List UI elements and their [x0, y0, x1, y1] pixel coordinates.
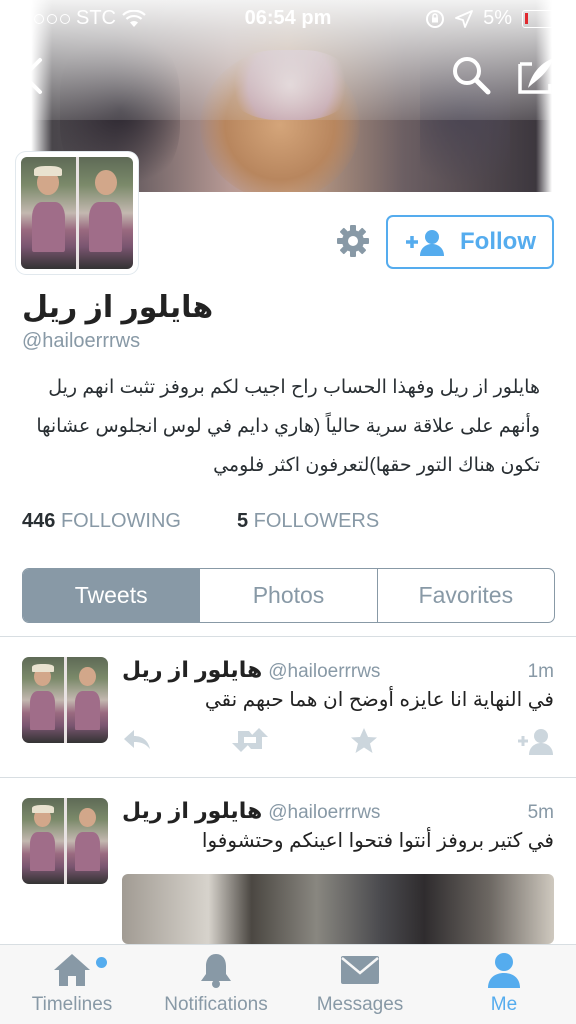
tab-favorites[interactable]: Favorites	[376, 569, 554, 622]
reply-button[interactable]	[122, 727, 152, 758]
tweet-author-name: هايلور از ريل	[122, 798, 263, 823]
following-label: FOLLOWING	[60, 510, 181, 532]
tweet-header: هايلور از ريل @hailoerrrws 1m	[122, 657, 554, 683]
followers-stat[interactable]: 5 FOLLOWERS	[237, 510, 379, 533]
tweet-avatar[interactable]	[22, 657, 108, 743]
settings-gear-button[interactable]	[334, 222, 372, 260]
tab-messages-label: Messages	[316, 994, 404, 1015]
tab-notifications[interactable]: Notifications	[144, 945, 288, 1024]
follow-button-label: Follow	[460, 228, 536, 255]
search-button[interactable]	[450, 54, 492, 96]
star-icon	[351, 728, 377, 753]
followers-label: FOLLOWERS	[253, 510, 380, 532]
battery-icon	[522, 9, 568, 28]
retweet-button[interactable]	[232, 727, 268, 758]
profile-handle: @hailoerrrws	[22, 330, 141, 352]
tweet-timestamp: 5m	[527, 802, 554, 823]
reply-icon	[124, 730, 150, 749]
tweet-header: هايلور از ريل @hailoerrrws 5m	[122, 798, 554, 824]
tweet-item[interactable]: هايلور از ريل @hailoerrrws 5m في كتير بر…	[0, 778, 576, 944]
profile-avatar[interactable]	[16, 152, 138, 274]
following-stat[interactable]: 446 FOLLOWING	[22, 510, 181, 533]
follow-button[interactable]: Follow	[386, 215, 554, 269]
profile-name: هايلور از ريل	[22, 291, 214, 324]
tweet-text: في كتير بروفز أنتوا فتحوا اعينكم وحتشوفو…	[201, 830, 554, 852]
person-icon	[488, 953, 520, 988]
back-button[interactable]	[14, 54, 54, 98]
tab-me-label: Me	[490, 994, 518, 1015]
tweet-avatar[interactable]	[22, 798, 108, 884]
envelope-icon	[341, 956, 379, 984]
gear-icon	[337, 225, 369, 257]
tweet-author-handle: @hailoerrrws	[268, 802, 381, 823]
profile-stats: 446 FOLLOWING 5 FOLLOWERS	[22, 510, 379, 533]
tab-photos[interactable]: Photos	[199, 569, 376, 622]
profile-tabs: Tweets Photos Favorites	[22, 568, 555, 623]
retweet-icon	[232, 728, 268, 752]
compose-tweet-button[interactable]	[516, 54, 558, 96]
bell-icon	[201, 954, 231, 988]
bottom-tab-bar: Timelines Notifications Messages Me	[0, 944, 576, 1024]
new-content-badge	[96, 957, 107, 968]
tweet-actions	[122, 727, 558, 757]
tab-notifications-label: Notifications	[164, 994, 268, 1015]
battery-percent: 5%	[483, 7, 512, 29]
tweet-item[interactable]: هايلور از ريل @hailoerrrws 1m في النهاية…	[0, 637, 576, 777]
tab-messages[interactable]: Messages	[288, 945, 432, 1024]
tab-tweets[interactable]: Tweets	[23, 569, 200, 622]
tab-timelines-label: Timelines	[31, 994, 113, 1015]
tweet-timestamp: 1m	[527, 661, 554, 682]
tweet-author-handle: @hailoerrrws	[268, 661, 381, 682]
chevron-left-icon	[22, 58, 42, 94]
favorite-button[interactable]	[350, 727, 378, 760]
compose-quill-icon	[518, 58, 554, 94]
tab-timelines[interactable]: Timelines	[0, 945, 144, 1024]
following-count: 446	[22, 510, 56, 532]
avatar-image	[21, 157, 133, 269]
followers-count: 5	[236, 510, 249, 532]
orientation-lock-icon	[426, 9, 445, 28]
profile-bio: هايلور از ريل وفهذا الحساب راح اجيب لكم …	[36, 377, 540, 476]
location-arrow-icon	[455, 9, 473, 28]
add-user-icon	[406, 230, 444, 256]
home-icon	[54, 954, 90, 986]
follow-user-button[interactable]	[516, 727, 556, 760]
tweet-media-image[interactable]	[122, 874, 554, 944]
add-user-icon	[518, 729, 553, 755]
status-bar: STC 06:54 pm 5%	[0, 0, 576, 38]
tweet-author-name: هايلور از ريل	[122, 657, 263, 682]
search-icon	[453, 57, 491, 95]
tab-me[interactable]: Me	[432, 945, 576, 1024]
tweet-text: في النهاية انا عايزه أوضح ان هما حبهم نق…	[204, 689, 554, 711]
